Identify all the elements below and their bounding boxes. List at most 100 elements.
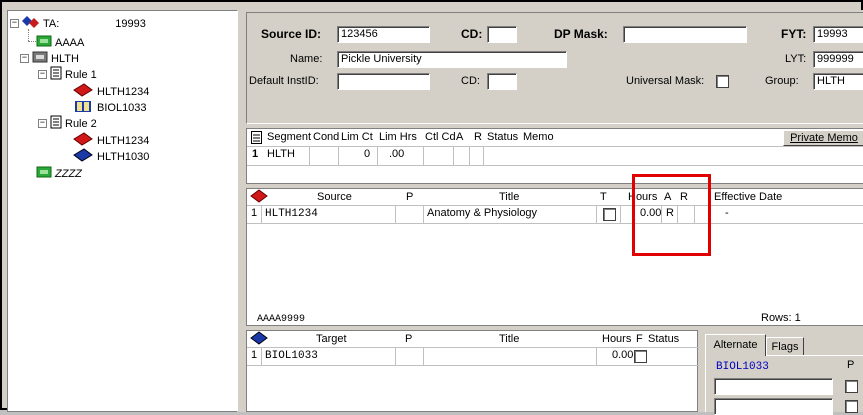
lim-hrs-value[interactable]: .00 — [389, 148, 404, 160]
tree-root-value: 19993 — [115, 17, 146, 30]
private-memo-button[interactable]: Private Memo — [783, 130, 863, 146]
source-course-icon — [72, 132, 94, 149]
lim-ct-value[interactable]: 0 — [364, 148, 370, 160]
target-course-grid[interactable]: Target P Title Hours F Status 1 BIOL1033… — [246, 330, 699, 412]
source-course-icon — [72, 83, 94, 100]
tree-item-label: HLTH1234 — [97, 85, 150, 98]
effective-date-value[interactable]: - — [725, 207, 729, 219]
segment-icon — [32, 50, 48, 67]
col-title: Title — [499, 333, 520, 345]
app-window: − TA: 19993 AAAA − HLTH − Rule 1 HLTH123… — [0, 0, 863, 415]
universal-mask-label: Universal Mask: — [626, 75, 705, 87]
tree-item-label: HLTH1030 — [97, 150, 150, 163]
t-checkbox[interactable] — [603, 208, 616, 221]
book-icon — [72, 99, 94, 116]
group-field[interactable]: HLTH — [813, 73, 863, 90]
col-lim-hrs: Lim Hrs — [379, 131, 417, 143]
col-p: P — [406, 191, 414, 203]
row-number: 1 — [252, 148, 259, 160]
tree-item-label: BIOL1033 — [97, 101, 147, 114]
col-hours: Hours — [602, 333, 632, 345]
source-course-icon — [250, 189, 268, 206]
col-segment: Segment — [267, 131, 312, 143]
detail-pane: Source ID: 123456 CD: DP Mask: FYT: 1999… — [243, 10, 863, 415]
title-value[interactable]: Anatomy & Physiology — [427, 207, 537, 219]
tree-item-source-course[interactable]: HLTH1234 — [72, 83, 149, 100]
tree-item-label: AAAA — [55, 36, 85, 49]
tree-item-source-course[interactable]: HLTH1234 — [72, 132, 149, 149]
tree-item-label: ZZZZ — [55, 167, 82, 180]
dp-mask-label: DP Mask: — [554, 27, 608, 41]
lyt-label: LYT: — [785, 53, 807, 65]
lyt-field[interactable]: 999999 — [813, 51, 863, 68]
transfer-agreement-icon — [22, 15, 40, 32]
cd2-field[interactable] — [487, 73, 517, 90]
col-r: R — [474, 131, 482, 143]
segment-grid-icon — [251, 131, 262, 147]
hours-value[interactable]: 0.00 — [612, 349, 633, 361]
tree-item-rule-2[interactable]: − Rule 2 — [38, 115, 97, 132]
default-instid-field[interactable] — [337, 73, 430, 90]
target-value[interactable]: BIOL1033 — [265, 350, 318, 362]
col-effective-date: Effective Date — [714, 191, 783, 203]
alternate-p-checkbox-2[interactable] — [845, 400, 858, 413]
tree-item-zzzz[interactable]: ZZZZ — [36, 165, 82, 182]
name-field[interactable]: Pickle University — [337, 51, 567, 68]
collapse-icon[interactable]: − — [38, 119, 47, 128]
segment-icon — [36, 34, 52, 51]
default-instid-label: Default InstID: — [249, 75, 319, 87]
fyt-field[interactable]: 19993 — [813, 26, 863, 43]
tree-item-label: Rule 2 — [65, 117, 97, 130]
col-target: Target — [316, 333, 347, 345]
rule-document-icon — [50, 66, 62, 83]
collapse-icon[interactable]: − — [20, 54, 29, 63]
cd-field[interactable] — [487, 26, 517, 43]
rule-tree[interactable]: − TA: 19993 AAAA − HLTH − Rule 1 HLTH123… — [7, 10, 238, 412]
group-label: Group: — [765, 75, 799, 87]
source-id-field[interactable]: 123456 — [337, 26, 430, 43]
tree-item-rule-1[interactable]: − Rule 1 — [38, 66, 97, 83]
col-source: Source — [317, 191, 352, 203]
name-label: Name: — [290, 53, 323, 65]
rule-document-icon — [50, 115, 62, 132]
tree-item-hlth[interactable]: − HLTH — [20, 50, 79, 67]
source-footer-code: AAAA9999 — [257, 314, 306, 325]
universal-mask-checkbox[interactable] — [716, 75, 729, 88]
col-lim-ct: Lim Ct — [341, 131, 373, 143]
segment-grid[interactable]: Segment Cond Lim Ct Lim Hrs Ctl Cd A R S… — [246, 128, 863, 184]
col-status: Status — [648, 333, 680, 345]
row-number: 1 — [251, 349, 258, 361]
alternate-panel: BIOL1033 P — [705, 355, 863, 415]
target-course-icon — [250, 331, 268, 348]
alternate-field-1[interactable] — [714, 378, 833, 395]
tree-item-label: HLTH — [51, 52, 79, 65]
tree-item-target-course[interactable]: BIOL1033 — [72, 99, 147, 116]
col-f: F — [636, 333, 643, 345]
tree-root[interactable]: − TA: 19993 — [10, 15, 146, 32]
tab-alternate[interactable]: Alternate — [705, 334, 766, 356]
tab-flags[interactable]: Flags — [766, 337, 804, 356]
segment-value[interactable]: HLTH — [267, 148, 295, 160]
alternate-p-label: P — [847, 359, 855, 371]
alternate-field-2[interactable] — [714, 398, 833, 415]
dp-mask-field[interactable] — [623, 26, 747, 43]
cd2-label: CD: — [461, 75, 480, 87]
tree-item-label: Rule 1 — [65, 68, 97, 81]
source-course-grid[interactable]: Source P Title T Hours A R Effective Dat… — [246, 188, 863, 326]
source-header-panel: Source ID: 123456 CD: DP Mask: FYT: 1999… — [246, 12, 863, 124]
collapse-icon[interactable]: − — [38, 70, 47, 79]
f-checkbox[interactable] — [634, 350, 647, 363]
col-t: T — [600, 191, 607, 203]
collapse-icon[interactable]: − — [10, 19, 19, 28]
tree-item-aaaa[interactable]: AAAA — [36, 34, 84, 51]
col-memo: Memo — [523, 131, 554, 143]
col-status: Status — [487, 131, 519, 143]
segment-icon — [36, 165, 52, 182]
rows-count: Rows: 1 — [761, 312, 801, 324]
tree-item-target-course[interactable]: HLTH1030 — [72, 148, 149, 165]
row-number: 1 — [251, 207, 258, 219]
col-title: Title — [499, 191, 520, 203]
source-value[interactable]: HLTH1234 — [265, 208, 318, 220]
source-id-label: Source ID: — [261, 27, 322, 41]
alternate-p-checkbox-1[interactable] — [845, 380, 858, 393]
